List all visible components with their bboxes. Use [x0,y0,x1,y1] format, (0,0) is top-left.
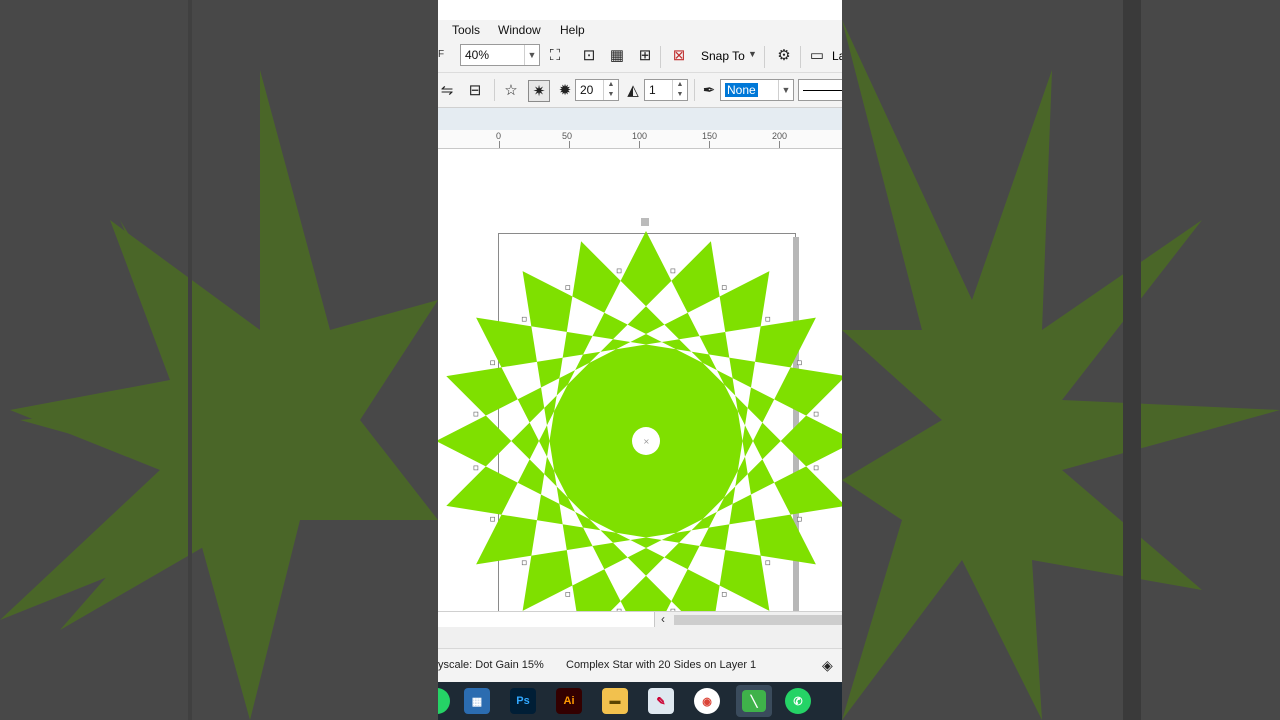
outline-pen-icon[interactable]: ✒ [700,81,718,99]
separator [660,46,661,68]
shape-node[interactable] [721,592,727,597]
right-backdrop [842,0,1280,720]
windows-taskbar: ▦ Ps Ai ▬ ✎ ◉ ╲ ✆ [438,682,842,720]
complex-star-shape[interactable]: × [438,149,842,611]
chevron-down-icon: ▼ [778,80,793,100]
zoom-value: 40% [465,48,490,62]
shape-node[interactable] [797,360,802,366]
horizontal-scrollbar[interactable]: ‹ [438,611,842,628]
illustrator-icon[interactable]: Ai [556,688,582,714]
shape-node[interactable] [565,285,571,290]
complex-star-icon[interactable]: ✷ [528,80,550,102]
shape-node[interactable] [521,316,527,322]
photoshop-icon[interactable]: Ps [510,688,536,714]
coreldraw-taskbar-icon[interactable]: ╲ [736,685,772,717]
paint-icon[interactable]: ✎ [648,688,674,714]
separator [694,79,695,101]
selection-info: Complex Star with 20 Sides on Layer 1 [566,659,757,671]
shape-node[interactable] [721,285,727,290]
chevron-down-icon: ▼ [524,45,539,65]
ruler-tick-label: 0 [496,131,502,141]
snap-to-dropdown[interactable]: Snap To [701,49,745,63]
outline-value: None [725,83,758,97]
chevron-down-icon: ▼ [748,49,757,59]
launch-icon[interactable]: ▭ [808,46,826,64]
ruler-tick-label: 100 [632,131,648,141]
launch-label[interactable]: La [832,49,842,63]
show-rulers-icon[interactable]: ⊡ [580,46,598,64]
points-sides-input[interactable]: 20 ▲ ▼ [575,79,619,101]
sharpness-value: 1 [649,83,656,97]
ruler-tick-label: 200 [772,131,788,141]
ruler-tick-label: 50 [562,131,573,141]
sharpness-input[interactable]: 1 ▲ ▼ [644,79,688,101]
shape-node[interactable] [521,560,527,566]
center-marker-icon: × [643,437,650,446]
spinner-arrows-icon[interactable]: ▲ ▼ [672,80,687,100]
whatsapp-partial-icon[interactable] [438,688,450,714]
menu-help[interactable]: Help [560,23,585,37]
shape-node[interactable] [616,268,622,274]
menu-bar: Tools Window Help [438,20,842,40]
separator [800,46,801,68]
points-value: 20 [580,83,594,97]
mirror-icon[interactable]: ⇋ [438,81,456,99]
star-icon[interactable]: ☆ [502,81,520,99]
fill-bucket-icon[interactable]: ◈ [822,657,833,674]
zoom-level-select[interactable]: 40% ▼ [460,44,540,66]
full-screen-preview-icon[interactable]: ⛶ [546,46,564,64]
shape-node[interactable] [797,516,802,522]
shape-node[interactable] [565,592,571,597]
document-tab-strip [438,108,842,132]
page-tab-area [438,612,655,627]
shape-node[interactable] [813,411,819,417]
shape-node[interactable] [473,411,479,417]
shape-node[interactable] [473,465,479,471]
spinner-arrows-icon[interactable]: ▲ ▼ [603,80,618,100]
shape-node[interactable] [490,516,495,522]
outline-width-select[interactable]: None ▼ [720,79,794,101]
shape-node[interactable] [490,360,495,366]
chrome-icon[interactable]: ◉ [694,688,720,714]
snap-off-icon[interactable]: ⊠ [670,46,688,64]
ruler-tick-label: 150 [702,131,718,141]
left-backdrop [0,0,438,720]
standard-toolbar: F 40% ▼ ⛶ ⊡ ▦ ⊞ ⊠ Snap To ▼ ⚙ ▭ La [438,40,842,73]
drawing-canvas[interactable]: × [438,149,842,611]
file-explorer-icon[interactable]: ▬ [602,688,628,714]
color-profile-status[interactable]: yscale: Dot Gain 15% [438,659,544,671]
shape-node[interactable] [670,268,676,274]
whatsapp-icon[interactable]: ✆ [785,688,811,714]
line-style-preview [803,90,842,91]
align-icon[interactable]: ⊟ [466,81,484,99]
clipped-label-left: F [438,49,445,60]
gear-icon[interactable]: ⚙ [775,46,793,64]
scroll-left-icon[interactable]: ‹ [656,612,670,628]
coreldraw-icon: ╲ [742,690,766,712]
status-bar: yscale: Dot Gain 15% Complex Star with 2… [438,648,842,683]
show-grid-icon[interactable]: ▦ [608,46,626,64]
points-icon: ✹ [558,82,572,99]
complex-star-polygon[interactable] [438,231,842,611]
coreldraw-window: Tools Window Help F 40% ▼ ⛶ ⊡ ▦ ⊞ ⊠ Snap… [438,0,842,720]
menu-window[interactable]: Window [498,23,541,37]
sharpness-icon: ◭ [627,82,639,99]
show-guidelines-icon[interactable]: ⊞ [636,46,654,64]
horizontal-ruler[interactable]: 0 50 100 150 200 [438,130,842,149]
title-bar [438,0,842,20]
menu-tools[interactable]: Tools [452,23,480,37]
property-bar: ⇋ ⊟ ☆ ✷ ✹ 20 ▲ ▼ ◭ 1 ▲ ▼ ✒ None ▼ [438,73,842,108]
shape-node[interactable] [765,316,771,322]
calculator-icon[interactable]: ▦ [464,688,490,714]
shape-node[interactable] [765,560,771,566]
shape-node[interactable] [813,465,819,471]
line-style-select[interactable] [798,79,842,101]
separator [764,46,765,68]
scrollbar-thumb[interactable] [674,615,842,625]
separator [494,79,495,101]
